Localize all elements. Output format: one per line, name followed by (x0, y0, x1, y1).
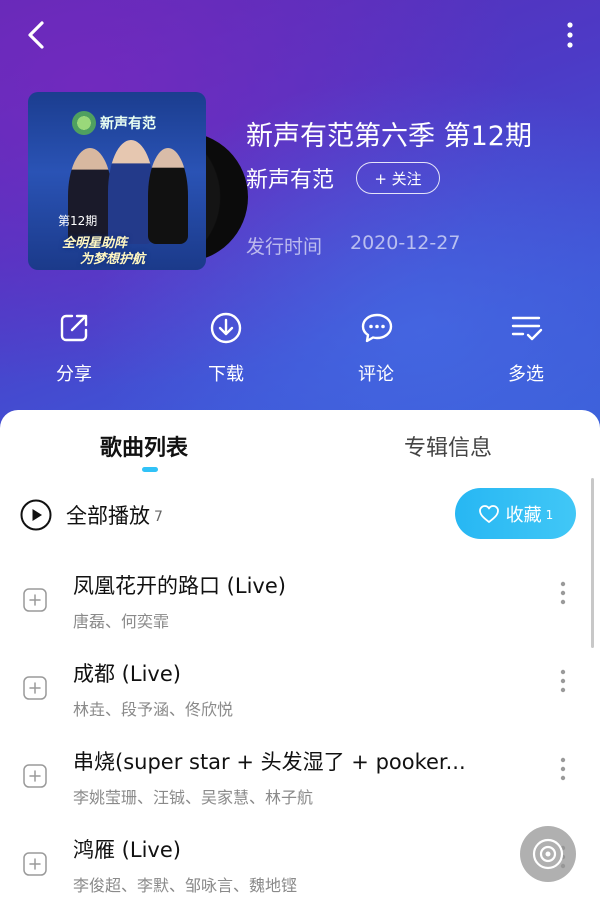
release-date-label: 发行时间 (246, 236, 323, 258)
song-title: 串烧(super star + 头发湿了 + pooker... (73, 750, 466, 774)
song-more-icon[interactable] (552, 666, 574, 696)
download-button[interactable]: 下载 (186, 312, 266, 388)
scrollbar[interactable] (591, 478, 594, 648)
share-icon (60, 314, 88, 342)
multi-select-icon (511, 316, 543, 341)
collect-count: 1 (545, 507, 554, 522)
add-to-playlist-icon[interactable] (23, 676, 47, 700)
song-row[interactable]: 成都 (Live) 林垚、段予涵、佟欣悦 (0, 654, 600, 740)
song-row[interactable]: 凤凰花开的路口 (Live) 唐磊、何奕霏 (0, 566, 600, 652)
song-artists: 林垚、段予涵、佟欣悦 (73, 700, 234, 719)
collect-button[interactable]: 收藏 1 (455, 488, 576, 539)
release-date-value: 2020-12-27 (350, 232, 461, 254)
share-label: 分享 (56, 364, 92, 385)
cover-episode-text: 第12期 (58, 214, 98, 228)
song-more-icon[interactable] (552, 578, 574, 608)
album-cover[interactable]: 新声有范 第12期 全明星助阵 为梦想护航 (28, 92, 248, 272)
play-all-label: 全部播放 (66, 504, 150, 528)
floating-assist-button[interactable] (520, 826, 576, 882)
add-to-playlist-icon[interactable] (23, 764, 47, 788)
cover-logo-text: 新声有范 (100, 116, 156, 132)
add-to-playlist-icon[interactable] (23, 852, 47, 876)
comment-label: 评论 (358, 364, 394, 385)
back-icon[interactable] (20, 18, 54, 52)
song-artists: 唐磊、何奕霏 (73, 612, 170, 631)
multi-select-button[interactable]: 多选 (486, 312, 566, 388)
song-artists: 李俊超、李默、邹咏言、魏地铿 (73, 876, 298, 895)
album-title: 新声有范第六季 第12期 (246, 121, 532, 152)
play-circle-icon (20, 499, 52, 531)
assistive-touch-icon (532, 838, 564, 870)
more-options-icon[interactable] (558, 18, 582, 52)
artist-name[interactable]: 新声有范 (246, 162, 334, 194)
cover-logo: 新声有范 (72, 108, 156, 138)
active-tab-indicator (142, 467, 158, 472)
song-title: 成都 (Live) (73, 662, 181, 686)
add-to-playlist-icon[interactable] (23, 588, 47, 612)
comment-icon (361, 313, 393, 343)
song-row[interactable]: 串烧(super star + 头发湿了 + pooker... 李姚莹珊、汪铖… (0, 742, 600, 828)
collect-label: 收藏 (505, 504, 542, 526)
show-logo-icon (72, 111, 96, 135)
comment-button[interactable]: 评论 (336, 312, 416, 388)
song-artists: 李姚莹珊、汪铖、吴家慧、林子航 (73, 788, 314, 807)
song-more-icon[interactable] (552, 754, 574, 784)
share-button[interactable]: 分享 (34, 312, 114, 388)
cover-image: 新声有范 第12期 全明星助阵 为梦想护航 (28, 92, 206, 270)
cover-person-3 (148, 148, 188, 244)
download-icon (210, 312, 242, 344)
cover-slogan-line2: 为梦想护航 (80, 252, 146, 267)
song-row[interactable]: 鸿雁 (Live) 李俊超、李默、邹咏言、魏地铿 (0, 830, 600, 914)
play-all-button[interactable]: 全部播放 7 (20, 497, 163, 533)
tab-album-info[interactable]: 专辑信息 (404, 430, 492, 462)
heart-icon (478, 504, 499, 523)
multi-select-label: 多选 (508, 364, 544, 385)
cover-person-1 (68, 148, 112, 244)
song-title: 鸿雁 (Live) (73, 838, 181, 862)
follow-button[interactable]: + 关注 (356, 162, 440, 194)
download-label: 下载 (208, 364, 244, 385)
song-count: 7 (154, 509, 163, 525)
song-title: 凤凰花开的路口 (Live) (73, 574, 286, 598)
tab-song-list[interactable]: 歌曲列表 (100, 430, 188, 462)
